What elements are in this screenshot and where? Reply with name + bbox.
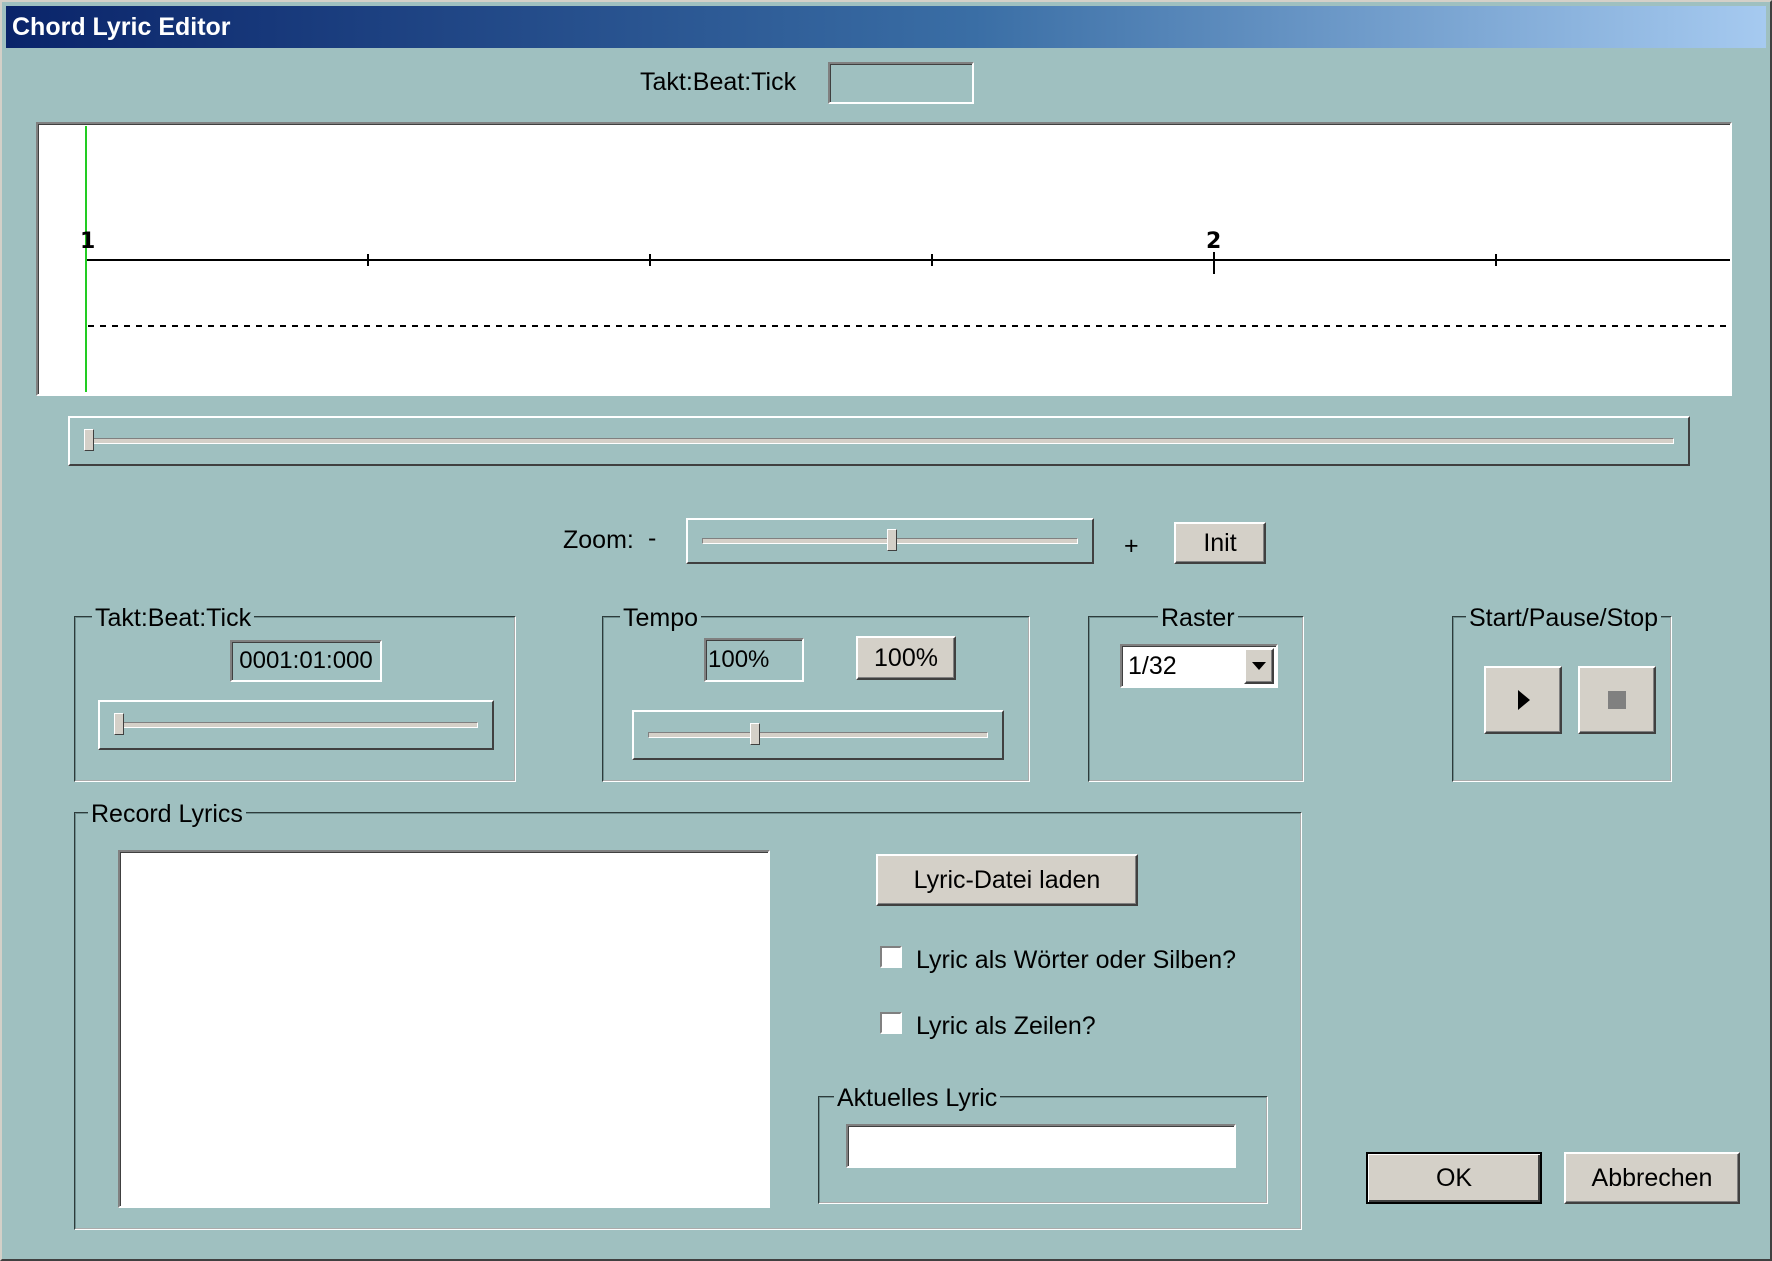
position-group-label: Takt:Beat:Tick	[92, 604, 255, 632]
bar-label-2: 2	[1206, 229, 1221, 254]
play-icon	[1518, 690, 1530, 710]
zoom-plus-label: +	[1124, 532, 1139, 560]
bar-label-1: 1	[80, 229, 95, 254]
slider-thumb[interactable]	[84, 429, 94, 451]
stop-button[interactable]	[1578, 666, 1656, 734]
position-field[interactable]	[230, 640, 382, 682]
raster-group	[1088, 616, 1304, 782]
zoom-slider[interactable]	[686, 518, 1094, 564]
raster-select[interactable]: 1/32	[1120, 644, 1278, 688]
window-title: Chord Lyric Editor	[12, 13, 231, 41]
current-lyric-group-label: Aktuelles Lyric	[834, 1084, 1001, 1112]
tempo-slider[interactable]	[632, 710, 1004, 760]
chord-lyric-editor-window: Chord Lyric Editor Takt:Beat:Tick 1 2 Zo…	[0, 0, 1772, 1261]
record-lyrics-group-label: Record Lyrics	[88, 800, 246, 828]
zoom-label: Zoom:	[563, 526, 634, 554]
cancel-button[interactable]: Abbrechen	[1564, 1152, 1740, 1204]
current-lyric-field[interactable]	[846, 1124, 1236, 1168]
title-bar[interactable]: Chord Lyric Editor	[6, 6, 1766, 48]
position-slider[interactable]	[98, 700, 494, 750]
slider-thumb[interactable]	[114, 713, 124, 735]
zoom-minus-label: -	[648, 524, 657, 552]
ok-button[interactable]: OK	[1366, 1152, 1542, 1204]
top-position-label: Takt:Beat:Tick	[640, 68, 797, 96]
words-syllables-checkbox[interactable]	[880, 946, 902, 968]
stop-icon	[1608, 691, 1626, 709]
timeline-canvas: 1 2	[80, 126, 1730, 392]
lines-checkbox[interactable]	[880, 1012, 902, 1034]
raster-selected-value: 1/32	[1128, 652, 1177, 680]
raster-group-label: Raster	[1158, 604, 1238, 632]
timeline-scroll-slider[interactable]	[68, 416, 1690, 466]
lines-label: Lyric als Zeilen?	[916, 1012, 1096, 1040]
slider-track	[648, 732, 988, 738]
play-button[interactable]	[1484, 666, 1562, 734]
lyrics-text-area[interactable]	[118, 850, 770, 1208]
top-position-field[interactable]	[828, 62, 974, 104]
tempo-reset-button[interactable]: 100%	[856, 636, 956, 680]
raster-dropdown-button[interactable]	[1244, 648, 1274, 684]
transport-group-label: Start/Pause/Stop	[1466, 604, 1662, 632]
slider-track	[84, 438, 1674, 444]
slider-thumb[interactable]	[887, 529, 897, 551]
load-lyric-file-button[interactable]: Lyric-Datei laden	[876, 854, 1138, 906]
tempo-group-label: Tempo	[620, 604, 702, 632]
slider-thumb[interactable]	[750, 723, 760, 745]
slider-track	[114, 722, 478, 728]
timeline-view[interactable]: 1 2	[36, 122, 1732, 396]
chevron-down-icon	[1252, 662, 1266, 670]
tempo-field[interactable]	[704, 638, 804, 682]
words-syllables-label: Lyric als Wörter oder Silben?	[916, 946, 1237, 974]
init-button[interactable]: Init	[1174, 522, 1266, 564]
